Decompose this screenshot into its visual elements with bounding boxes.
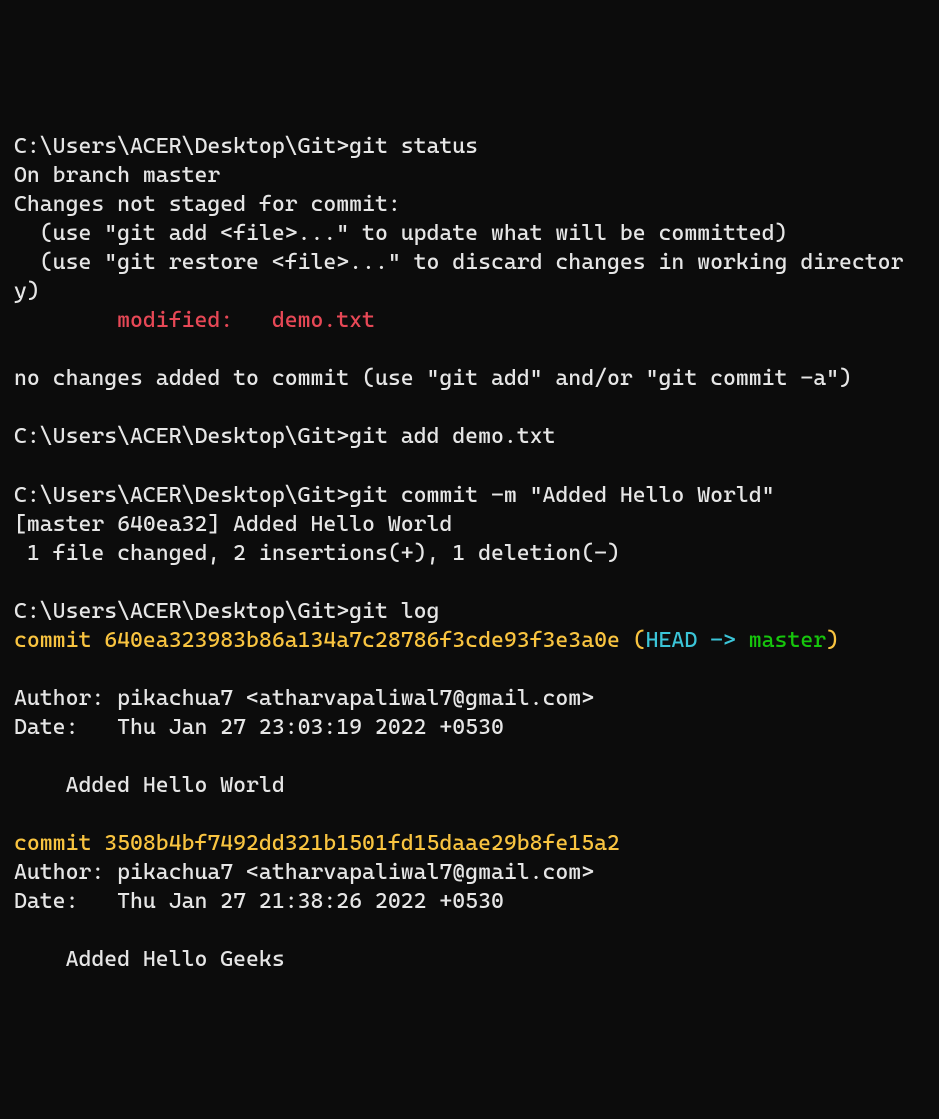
log-date-1: Date: Thu Jan 27 23:03:19 2022 +0530 [14,713,925,742]
commit-output-header: [master 640ea32] Added Hello World [14,510,925,539]
command-add: git add demo.txt [349,424,555,449]
log-commit-line-2: commit 3508b4bf7492dd321b1501fd15daae29b… [14,829,925,858]
blank-line [14,916,925,945]
blank-line [14,335,925,364]
blank-line [14,393,925,422]
status-modified-file: modified: demo.txt [14,306,925,335]
log-author-1: Author: pikachua7 <atharvapaliwal7@gmail… [14,684,925,713]
command-status: git status [349,134,478,159]
commit-hash-1: 640ea323983b86a134a7c28786f3cde93f3e3a0e [104,628,620,653]
prompt: C:\Users\ACER\Desktop\Git> [14,599,349,624]
log-message-2: Added Hello Geeks [14,945,925,974]
status-no-changes: no changes added to commit (use "git add… [14,364,925,393]
prompt: C:\Users\ACER\Desktop\Git> [14,483,349,508]
log-message-1: Added Hello World [14,771,925,800]
commit-output-stats: 1 file changed, 2 insertions(+), 1 delet… [14,539,925,568]
blank-line [14,568,925,597]
ref-open: ( [620,628,646,653]
terminal-output[interactable]: C:\Users\ACER\Desktop\Git>git statusOn b… [14,132,925,974]
commit-prefix: commit [14,628,104,653]
status-hint-add: (use "git add <file>..." to update what … [14,219,925,248]
status-hint-restore: (use "git restore <file>..." to discard … [14,248,925,306]
prompt-line-log: C:\Users\ACER\Desktop\Git>git log [14,597,925,626]
blank-line [14,742,925,771]
master-ref: master [749,628,826,653]
prompt-line-status: C:\Users\ACER\Desktop\Git>git status [14,132,925,161]
log-commit-line-1: commit 640ea323983b86a134a7c28786f3cde93… [14,626,925,655]
prompt: C:\Users\ACER\Desktop\Git> [14,424,349,449]
command-log: git log [349,599,439,624]
blank-line [14,451,925,480]
prompt-line-add: C:\Users\ACER\Desktop\Git>git add demo.t… [14,422,925,451]
head-ref: HEAD -> [646,628,749,653]
blank-line [14,655,925,684]
log-date-2: Date: Thu Jan 27 21:38:26 2022 +0530 [14,887,925,916]
prompt-line-commit: C:\Users\ACER\Desktop\Git>git commit -m … [14,481,925,510]
status-not-staged: Changes not staged for commit: [14,190,925,219]
commit-hash-2: 3508b4bf7492dd321b1501fd15daae29b8fe15a2 [104,831,620,856]
status-branch: On branch master [14,161,925,190]
command-commit: git commit -m "Added Hello World" [349,483,774,508]
ref-close: ) [826,628,839,653]
prompt: C:\Users\ACER\Desktop\Git> [14,134,349,159]
log-author-2: Author: pikachua7 <atharvapaliwal7@gmail… [14,858,925,887]
commit-prefix: commit [14,831,104,856]
blank-line [14,800,925,829]
